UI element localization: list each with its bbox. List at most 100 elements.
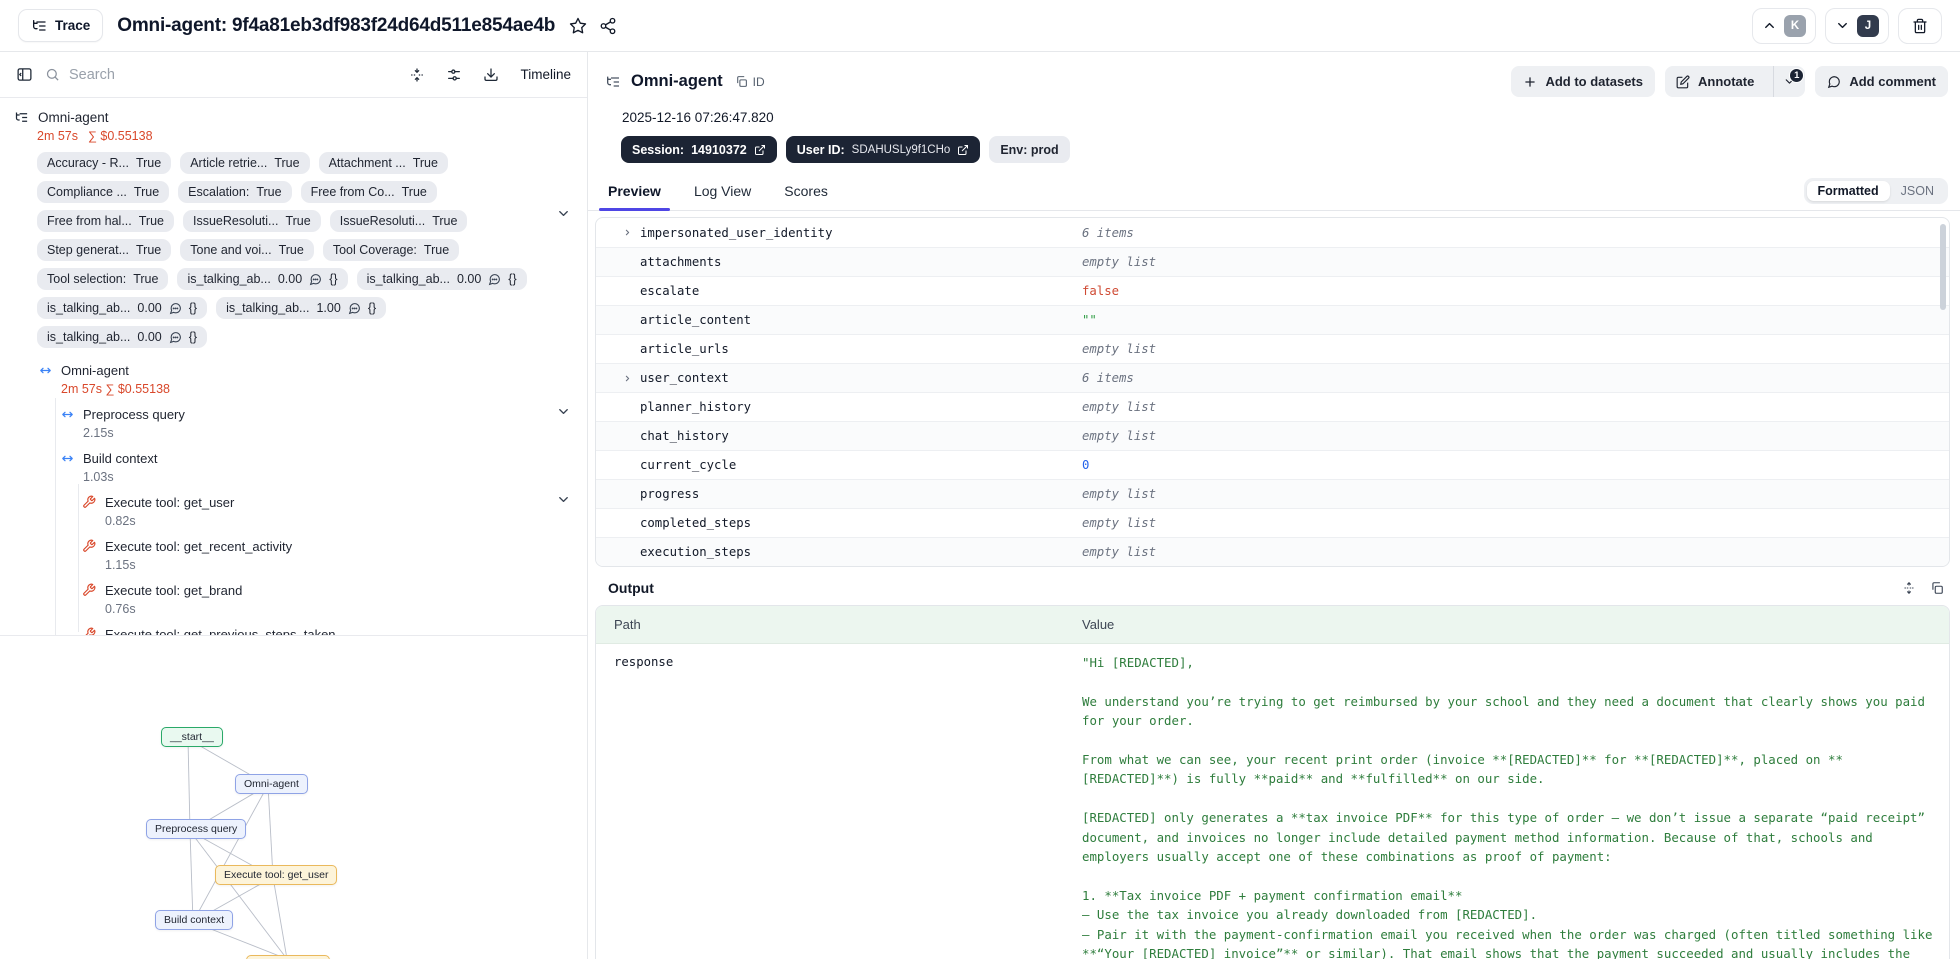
graph-node-Execute tool: get_user[interactable]: Execute tool: get_user [215,865,338,885]
span-tree-row[interactable]: Execute tool: get_recent_activity 1.15s [14,538,573,573]
score-badge[interactable]: is_talking_ab... 0.00 {} [177,268,348,290]
score-badge[interactable]: IssueResoluti... True [183,210,321,232]
tab-preview[interactable]: Preview [599,183,670,211]
graph-edges [187,738,288,959]
output-row-response: response "Hi [REDACTED], We understand y… [596,644,1949,959]
state-row[interactable]: current_cycle 0 [596,450,1949,479]
span-tree-row[interactable]: Build context 1.03s [14,450,573,485]
copy-id-button[interactable]: ID [735,75,765,89]
id-label: ID [752,74,765,89]
search-input[interactable] [69,66,249,83]
score-badge[interactable]: is_talking_ab... 1.00 {} [216,297,387,319]
state-row[interactable]: completed_steps empty list [596,508,1949,537]
agent-graph: __start__ Omni-agent Preprocess query Execu… [0,700,588,959]
expand-chevron-icon[interactable] [623,374,632,383]
user-id-value: SDAHUSLy9f1CHo [851,143,951,156]
state-row[interactable]: article_content "" [596,305,1949,334]
output-col-value: Value [1082,617,1115,632]
sidebar-toolbar: Timeline [0,52,587,98]
graph-node-__start__[interactable]: __start__ [161,727,223,747]
span-name: Execute tool: get_user [105,495,235,510]
state-row[interactable]: chat_history empty list [596,421,1949,450]
add-to-datasets-button[interactable]: Add to datasets [1511,66,1655,97]
format-toggle-formatted[interactable]: Formatted [1806,181,1890,201]
graph-node-Build context[interactable]: Build context [155,910,234,930]
score-badge[interactable]: Tone and voi... True [180,239,314,261]
state-row[interactable]: attachments empty list [596,247,1949,276]
score-badge-label: Free from Co... [310,185,395,199]
state-key-text: escalate [640,284,700,298]
graph-node-partial[interactable] [246,955,330,959]
copy-output-icon[interactable] [1930,581,1944,595]
delete-trace-button[interactable] [1898,7,1942,44]
annotate-button[interactable]: Annotate [1665,66,1765,97]
trace-breadcrumb[interactable]: Trace [18,9,104,42]
span-duration: 2m 57s ∑ $0.55138 [61,382,170,396]
score-badge[interactable]: Tool selection: True [37,268,169,290]
prev-trace-button[interactable]: K [1752,7,1816,44]
fold-tree-icon[interactable] [409,67,425,83]
score-badge-label: is_talking_ab... [366,272,450,286]
collapse-agent-chevron-icon[interactable] [556,404,571,419]
state-row[interactable]: user_context 6 items [596,363,1949,392]
state-row[interactable]: execution_steps empty list [596,537,1949,566]
star-icon[interactable] [569,17,587,35]
download-icon[interactable] [483,67,499,83]
collapse-scores-chevron-icon[interactable] [556,206,571,221]
state-key: progress [596,487,1082,501]
score-badge[interactable]: Accuracy - R... True [37,152,172,174]
score-badge-label: Accuracy - R... [47,156,129,170]
state-row[interactable]: article_urls empty list [596,334,1949,363]
session-badge[interactable]: Session: 14910372 [621,136,777,163]
state-row[interactable]: impersonated_user_identity 6 items [596,218,1949,247]
graph-node-Omni-agent[interactable]: Omni-agent [235,774,308,794]
span-tree-row[interactable]: Execute tool: get_previous_steps_taken1.… [14,626,573,635]
collapse-build-context-chevron-icon[interactable] [556,492,571,507]
view-settings-icon[interactable] [446,67,462,83]
trace-label: Trace [55,18,91,33]
score-badge-value: True [256,185,282,199]
state-row[interactable]: escalate false [596,276,1949,305]
span-duration: 1.15s [105,558,136,572]
span-tree-row[interactable]: Omni-agent 2m 57s ∑ $0.55138 [14,362,573,397]
state-row[interactable]: planner_history empty list [596,392,1949,421]
annotate-dropdown-button[interactable]: 1 [1773,66,1805,97]
score-badge[interactable]: is_talking_ab... 0.00 {} [37,326,208,348]
score-badge[interactable]: Tool Coverage: True [322,239,460,261]
tab-log-view[interactable]: Log View [691,183,754,210]
graph-node-Preprocess query[interactable]: Preprocess query [146,819,247,839]
score-badge-label: is_talking_ab... [47,330,131,344]
score-badge[interactable]: Compliance ... True [37,181,170,203]
span-tree: Omni-agent 2m 57s ∑ $0.55138 Preprocess qu… [14,362,573,635]
score-badge[interactable]: Free from Co... True [300,181,437,203]
state-row[interactable]: progress empty list [596,479,1949,508]
collapse-panel-icon[interactable] [16,66,33,83]
span-tree-row[interactable]: Execute tool: get_brand 0.76s [14,582,573,617]
table-scrollbar[interactable] [1940,224,1946,310]
score-badge[interactable]: Free from hal... True [37,210,174,232]
expand-output-icon[interactable] [1902,581,1916,595]
user-id-badge[interactable]: User ID: SDAHUSLy9f1CHo [785,136,981,163]
next-trace-button[interactable]: J [1825,7,1889,44]
score-badge[interactable]: IssueResoluti... True [329,210,468,232]
score-badge[interactable]: is_talking_ab... 0.00 {} [356,268,527,290]
span-tree-row[interactable]: Execute tool: get_user 0.82s [14,494,573,529]
add-comment-button[interactable]: Add comment [1815,66,1948,97]
share-icon[interactable] [599,17,617,35]
score-badge[interactable]: Step generat... True [37,239,172,261]
trace-root-row[interactable]: Omni-agent [14,110,573,125]
score-badge[interactable]: Attachment ... True [318,152,448,174]
score-badge[interactable]: is_talking_ab... 0.00 {} [37,297,208,319]
span-meta: Execute tool: get_user 0.82s [105,494,234,529]
format-toggle-json[interactable]: JSON [1890,181,1945,201]
state-value: "" [1082,313,1097,327]
span-arrows-icon [60,451,75,466]
span-tree-row[interactable]: Preprocess query 2.15s [14,406,573,441]
timeline-toggle[interactable]: Timeline [520,67,571,82]
score-badge[interactable]: Article retrie... True [180,152,310,174]
expand-chevron-icon[interactable] [623,228,632,237]
score-badge-label: IssueResoluti... [193,214,279,228]
score-badge[interactable]: Escalation: True [178,181,292,203]
score-badge-value: True [274,156,300,170]
tab-scores[interactable]: Scores [781,183,831,210]
